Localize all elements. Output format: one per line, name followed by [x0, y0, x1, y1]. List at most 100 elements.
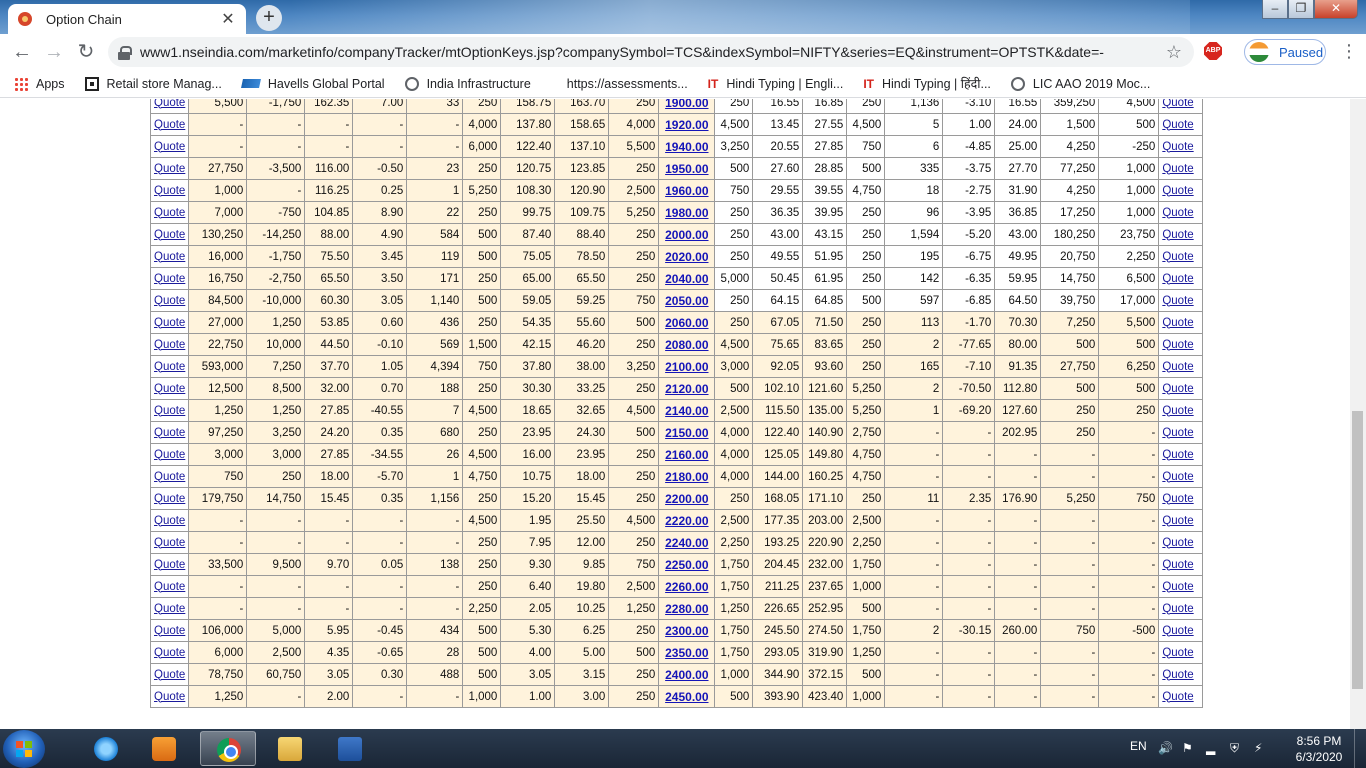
put-quote[interactable]: Quote: [1158, 509, 1204, 532]
strike-price-link[interactable]: 2350.00: [665, 646, 708, 660]
strike-price-link[interactable]: 2160.00: [665, 448, 708, 462]
call-quote-link[interactable]: Quote: [154, 119, 185, 131]
strike-price[interactable]: 2100.00: [658, 355, 716, 378]
strike-price-link[interactable]: 2200.00: [665, 492, 708, 506]
put-quote-link[interactable]: Quote: [1162, 119, 1193, 131]
strike-price[interactable]: 2120.00: [658, 377, 716, 400]
url-text[interactable]: www1.nseindia.com/marketinfo/companyTrac…: [140, 44, 1154, 60]
address-bar[interactable]: www1.nseindia.com/marketinfo/companyTrac…: [108, 37, 1194, 67]
put-quote[interactable]: Quote: [1158, 597, 1204, 620]
put-quote[interactable]: Quote: [1158, 135, 1204, 158]
bookmark-assessments[interactable]: https://assessments...: [567, 77, 688, 91]
strike-price[interactable]: 1950.00: [658, 157, 716, 180]
shield-icon[interactable]: ⛨: [1230, 741, 1244, 755]
strike-price-link[interactable]: 2050.00: [665, 294, 708, 308]
call-quote[interactable]: Quote: [149, 509, 190, 532]
call-quote-link[interactable]: Quote: [154, 515, 185, 527]
strike-price[interactable]: 1920.00: [658, 113, 716, 136]
strike-price[interactable]: 2400.00: [658, 663, 716, 686]
call-quote[interactable]: Quote: [149, 201, 190, 224]
strike-price[interactable]: 2020.00: [658, 245, 716, 268]
put-quote-link[interactable]: Quote: [1162, 515, 1193, 527]
strike-price[interactable]: 2080.00: [658, 333, 716, 356]
strike-price-link[interactable]: 2240.00: [665, 536, 708, 550]
strike-price-link[interactable]: 2000.00: [665, 228, 708, 242]
call-quote[interactable]: Quote: [149, 135, 190, 158]
put-quote[interactable]: Quote: [1158, 245, 1204, 268]
put-quote-link[interactable]: Quote: [1162, 471, 1193, 483]
minimize-button[interactable]: –: [1262, 0, 1288, 19]
put-quote-link[interactable]: Quote: [1162, 669, 1193, 681]
call-quote-link[interactable]: Quote: [154, 625, 185, 637]
put-quote-link[interactable]: Quote: [1162, 405, 1193, 417]
call-quote[interactable]: Quote: [149, 465, 190, 488]
call-quote[interactable]: Quote: [149, 223, 190, 246]
strike-price-link[interactable]: 1940.00: [665, 140, 708, 154]
put-quote[interactable]: Quote: [1158, 663, 1204, 686]
call-quote-link[interactable]: Quote: [154, 185, 185, 197]
call-quote[interactable]: Quote: [149, 443, 190, 466]
call-quote-link[interactable]: Quote: [154, 691, 185, 703]
put-quote[interactable]: Quote: [1158, 685, 1204, 708]
put-quote[interactable]: Quote: [1158, 355, 1204, 378]
put-quote[interactable]: Quote: [1158, 641, 1204, 664]
taskbar-word[interactable]: [322, 731, 378, 766]
put-quote[interactable]: Quote: [1158, 553, 1204, 576]
call-quote-link[interactable]: Quote: [154, 99, 185, 109]
bookmark-hindi-typing-english[interactable]: IT Hindi Typing | Engli...: [708, 77, 844, 91]
strike-price-link[interactable]: 2120.00: [665, 382, 708, 396]
put-quote-link[interactable]: Quote: [1162, 207, 1193, 219]
call-quote[interactable]: Quote: [149, 179, 190, 202]
strike-price[interactable]: 2280.00: [658, 597, 716, 620]
strike-price[interactable]: 2040.00: [658, 267, 716, 290]
power-icon[interactable]: ⚡: [1254, 741, 1268, 755]
call-quote[interactable]: Quote: [149, 641, 190, 664]
bookmark-apps[interactable]: Apps: [14, 76, 65, 91]
language-indicator[interactable]: EN: [1130, 739, 1147, 753]
call-quote[interactable]: Quote: [149, 377, 190, 400]
strike-price[interactable]: 2250.00: [658, 553, 716, 576]
flag-icon[interactable]: ⚑: [1182, 741, 1196, 755]
put-quote[interactable]: Quote: [1158, 377, 1204, 400]
scrollbar-thumb[interactable]: [1352, 411, 1363, 689]
strike-price-link[interactable]: 2250.00: [665, 558, 708, 572]
call-quote-link[interactable]: Quote: [154, 317, 185, 329]
strike-price-link[interactable]: 1920.00: [665, 118, 708, 132]
put-quote-link[interactable]: Quote: [1162, 537, 1193, 549]
strike-price-link[interactable]: 1960.00: [665, 184, 708, 198]
strike-price-link[interactable]: 2020.00: [665, 250, 708, 264]
put-quote[interactable]: Quote: [1158, 575, 1204, 598]
put-quote[interactable]: Quote: [1158, 443, 1204, 466]
put-quote-link[interactable]: Quote: [1162, 229, 1193, 241]
strike-price[interactable]: 2140.00: [658, 399, 716, 422]
put-quote[interactable]: Quote: [1158, 223, 1204, 246]
call-quote-link[interactable]: Quote: [154, 471, 185, 483]
put-quote-link[interactable]: Quote: [1162, 691, 1193, 703]
strike-price-link[interactable]: 2100.00: [665, 360, 708, 374]
strike-price-link[interactable]: 2150.00: [665, 426, 708, 440]
taskbar-internet-explorer[interactable]: [78, 731, 134, 766]
reload-icon[interactable]: ↻: [74, 40, 98, 64]
put-quote[interactable]: Quote: [1158, 487, 1204, 510]
put-quote-link[interactable]: Quote: [1162, 163, 1193, 175]
call-quote[interactable]: Quote: [149, 663, 190, 686]
strike-price-link[interactable]: 2400.00: [665, 668, 708, 682]
start-button[interactable]: [3, 730, 45, 768]
bookmark-havells[interactable]: Havells Global Portal: [240, 77, 385, 91]
strike-price[interactable]: 2000.00: [658, 223, 716, 246]
call-quote-link[interactable]: Quote: [154, 383, 185, 395]
strike-price[interactable]: 1900.00: [658, 99, 716, 114]
call-quote-link[interactable]: Quote: [154, 603, 185, 615]
taskbar-file-explorer[interactable]: [262, 731, 318, 766]
call-quote-link[interactable]: Quote: [154, 559, 185, 571]
profile-paused-button[interactable]: Paused: [1244, 39, 1326, 65]
put-quote-link[interactable]: Quote: [1162, 99, 1193, 109]
put-quote[interactable]: Quote: [1158, 333, 1204, 356]
strike-price-link[interactable]: 2040.00: [665, 272, 708, 286]
call-quote-link[interactable]: Quote: [154, 449, 185, 461]
maximize-button[interactable]: ❐: [1288, 0, 1314, 19]
put-quote[interactable]: Quote: [1158, 311, 1204, 334]
call-quote-link[interactable]: Quote: [154, 273, 185, 285]
call-quote-link[interactable]: Quote: [154, 339, 185, 351]
put-quote-link[interactable]: Quote: [1162, 559, 1193, 571]
